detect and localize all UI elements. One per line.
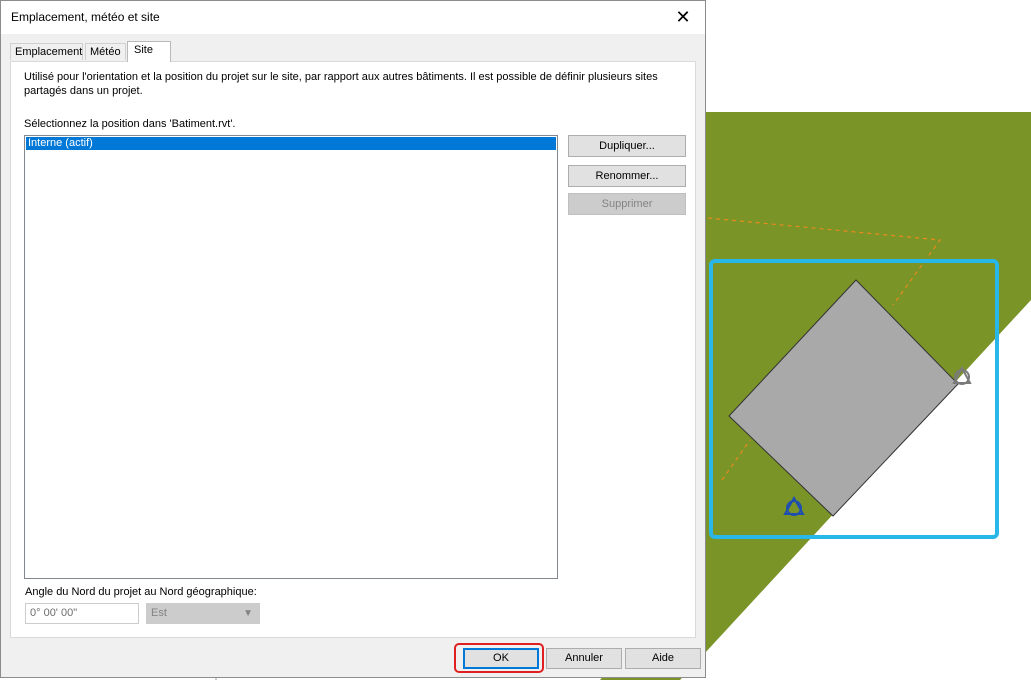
tab-meteo[interactable]: Météo xyxy=(85,43,126,60)
list-item[interactable]: Interne (actif) xyxy=(26,137,556,150)
angle-input[interactable]: 0° 00' 00" xyxy=(25,603,139,624)
delete-button[interactable]: Supprimer xyxy=(568,193,686,215)
rename-button[interactable]: Renommer... xyxy=(568,165,686,187)
site-description: Utilisé pour l'orientation et la positio… xyxy=(24,71,658,97)
chevron-down-icon: ▼ xyxy=(243,608,253,619)
direction-select-value: Est xyxy=(151,607,167,619)
angle-label: Angle du Nord du projet au Nord géograph… xyxy=(25,586,257,598)
tab-site[interactable]: Site xyxy=(127,41,171,62)
ok-highlight-annotation xyxy=(454,643,544,673)
help-button[interactable]: Aide xyxy=(625,648,701,669)
position-listbox[interactable]: Interne (actif) xyxy=(24,135,558,579)
position-select-label: Sélectionnez la position dans 'Batiment.… xyxy=(24,118,236,130)
close-icon[interactable]: ✕ xyxy=(661,1,705,34)
cancel-button[interactable]: Annuler xyxy=(546,648,622,669)
location-weather-site-dialog: Emplacement, météo et site ✕ Emplacement… xyxy=(0,0,706,678)
dialog-title: Emplacement, météo et site xyxy=(11,10,160,24)
duplicate-button[interactable]: Dupliquer... xyxy=(568,135,686,157)
tab-emplacement[interactable]: Emplacement xyxy=(10,43,83,60)
direction-select[interactable]: Est ▼ xyxy=(146,603,260,624)
site-tab-panel: Utilisé pour l'orientation et la positio… xyxy=(10,61,696,638)
dialog-titlebar: Emplacement, météo et site ✕ xyxy=(1,1,705,34)
